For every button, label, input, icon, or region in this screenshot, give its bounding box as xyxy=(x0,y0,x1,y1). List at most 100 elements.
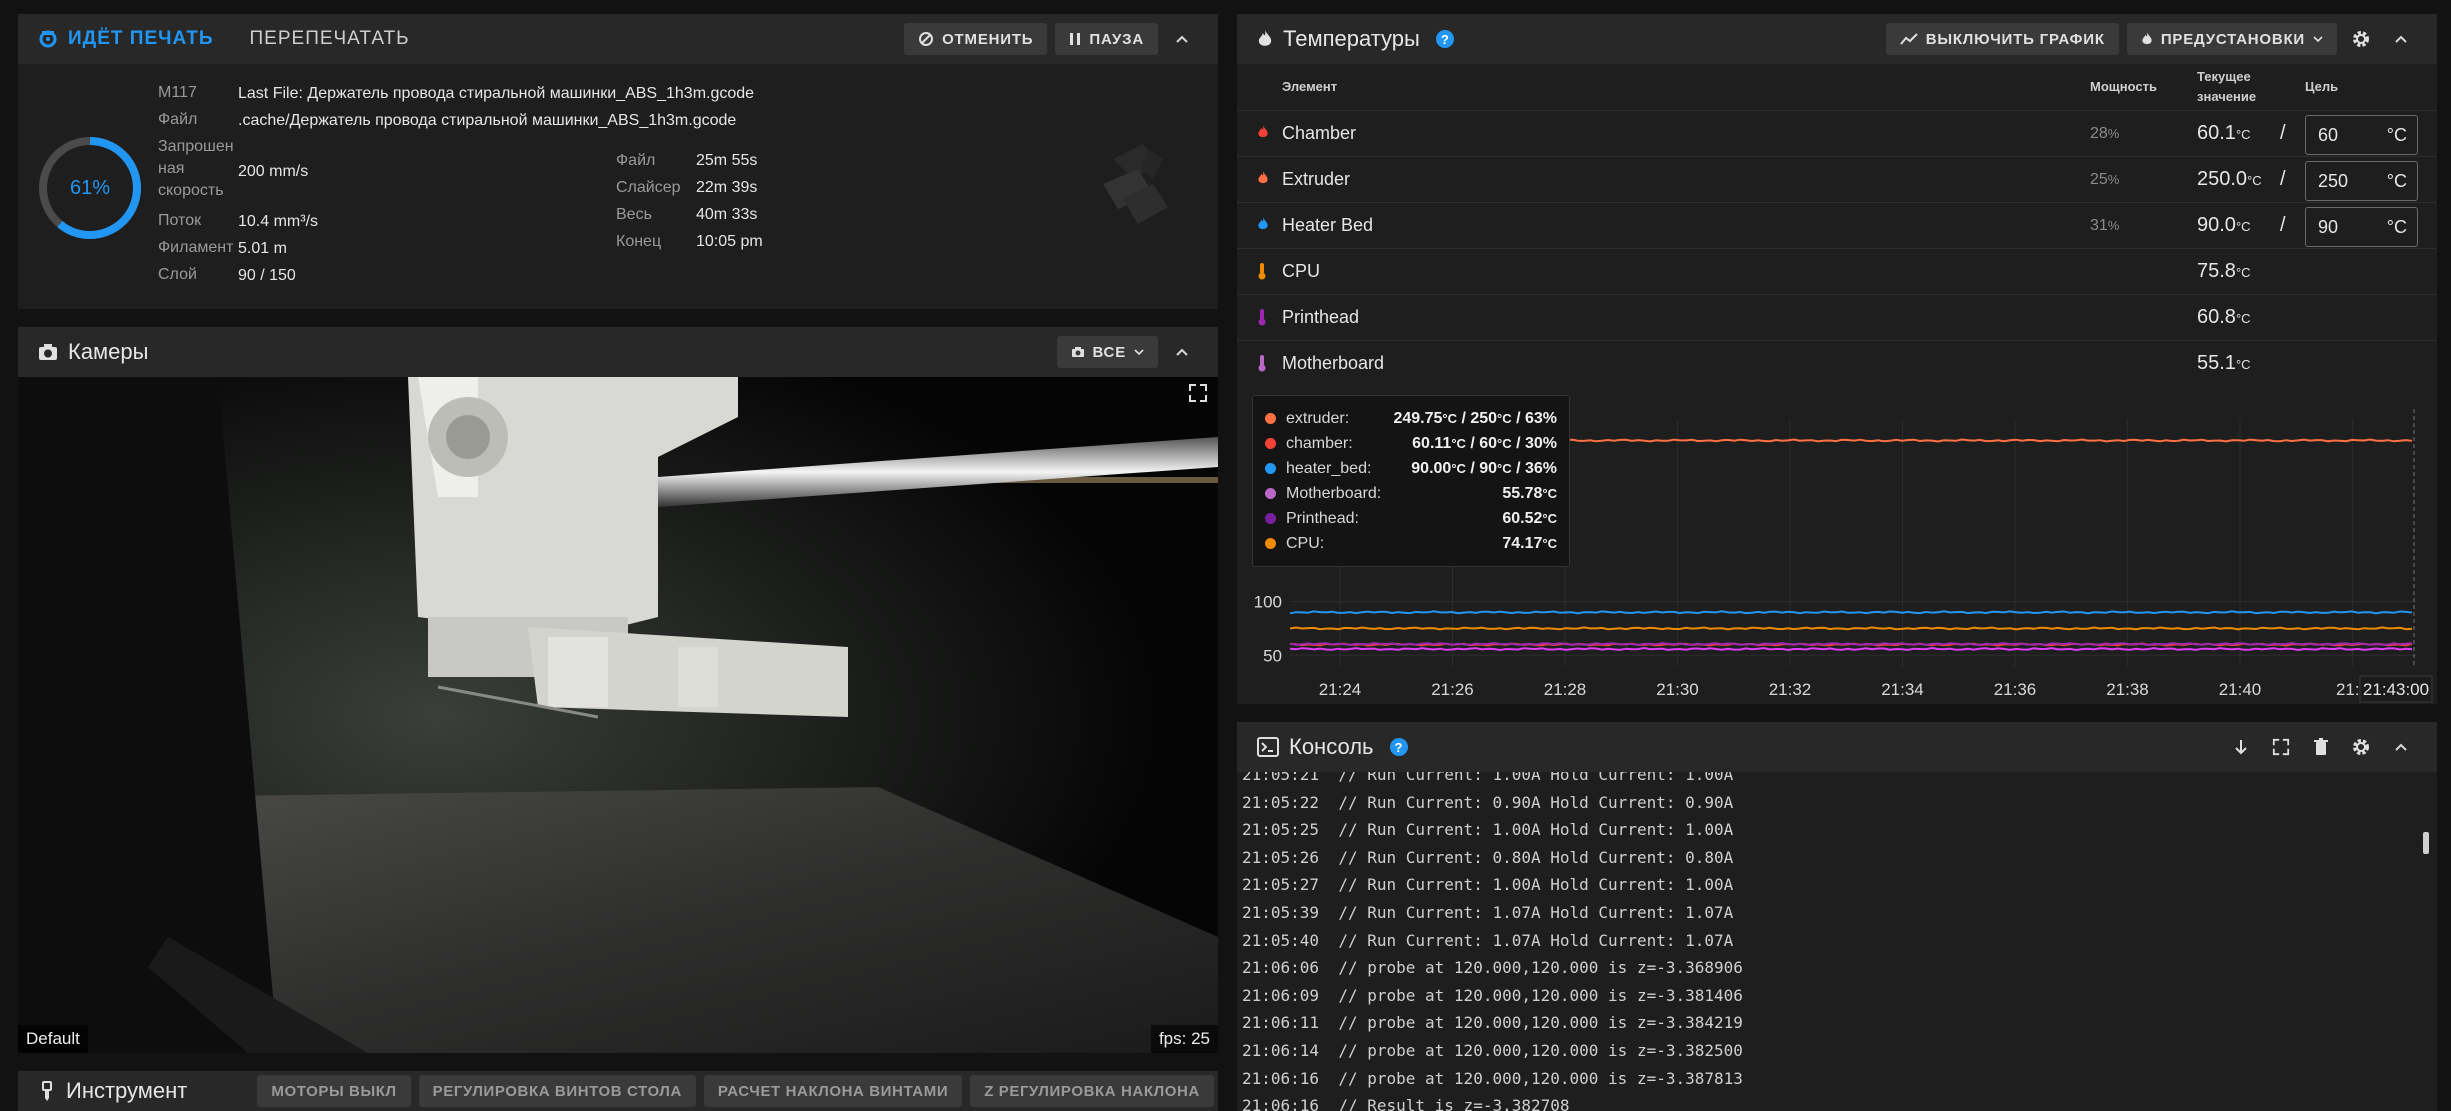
presets-label: ПРЕДУСТАНОВКИ xyxy=(2160,30,2305,48)
console-scrollbar[interactable] xyxy=(2423,832,2429,854)
help-icon[interactable]: ? xyxy=(1435,30,1454,48)
tooltip-value: 90.00°C / 90°C / 36% xyxy=(1411,459,1557,477)
chevron-up-icon xyxy=(1175,34,1189,44)
fire-icon xyxy=(1257,170,1271,190)
console-fullscreen-button[interactable] xyxy=(2265,731,2297,763)
tool-card: Инструмент МОТОРЫ ВЫКЛ РЕГУЛИРОВКА ВИНТО… xyxy=(18,1071,1218,1111)
col-target: Цель xyxy=(2305,79,2339,94)
series-dot xyxy=(1265,413,1276,424)
console-line: 21:06:16 // probe at 120.000,120.000 is … xyxy=(1242,1069,1743,1088)
temp-slash: / xyxy=(2280,168,2286,190)
series-line-heater-bed xyxy=(1289,610,2413,615)
chevron-up-icon xyxy=(2394,34,2408,44)
tooltip-value: 60.52°C xyxy=(1502,509,1557,527)
tab-reprint[interactable]: ПЕРЕПЕЧАТАТЬ xyxy=(250,28,410,50)
console-line: 21:06:11 // probe at 120.000,120.000 is … xyxy=(1242,1013,1743,1032)
filament-value: 5.01 m xyxy=(238,240,287,257)
x-tick-label: 21:26 xyxy=(1431,680,1474,699)
console-time: 21:05:40 xyxy=(1242,930,1320,950)
bed-screws-button[interactable]: РЕГУЛИРОВКА ВИНТОВ СТОЛА xyxy=(418,1075,696,1107)
terminal-icon xyxy=(1257,737,1279,757)
chart-line-icon xyxy=(1899,33,1918,45)
collapse-temps-button[interactable] xyxy=(2385,23,2417,55)
temp-target-value: 250 xyxy=(2318,171,2349,191)
console-settings-button[interactable] xyxy=(2345,731,2377,763)
scroll-down-button[interactable] xyxy=(2225,731,2257,763)
console-line: 21:05:26 // Run Current: 0.80A Hold Curr… xyxy=(1242,848,1733,867)
temp-settings-button[interactable] xyxy=(2345,23,2377,55)
temp-target-unit: °C xyxy=(2386,217,2407,237)
status-header: ИДЁТ ПЕЧАТЬ ПЕРЕПЕЧАТАТЬ ОТМЕНИТЬ ПАУЗА xyxy=(18,14,1218,64)
thermometer-icon xyxy=(1257,308,1271,328)
series-line-cpu xyxy=(1289,626,2413,631)
x-tick-label: 21:38 xyxy=(2106,680,2149,699)
camera-header: Камеры ВСЕ xyxy=(18,327,1218,377)
temp-row-motherboard: Motherboard 55.1°C xyxy=(1237,340,2437,386)
console-text: // probe at 120.000,120.000 is z=-3.3842… xyxy=(1338,1013,1743,1033)
speed-label-2: ная xyxy=(158,160,185,177)
temp-current: 75.8°C xyxy=(2197,260,2251,282)
camera-select-button[interactable]: ВСЕ xyxy=(1056,336,1158,368)
tab-reprint-label: ПЕРЕПЕЧАТАТЬ xyxy=(249,28,410,49)
console-text: // probe at 120.000,120.000 is z=-3.3825… xyxy=(1338,1041,1743,1060)
chevron-down-icon xyxy=(2313,35,2323,43)
fullscreen-icon xyxy=(2272,738,2290,756)
temperatures-header: Температуры ? ВЫКЛЮЧИТЬ ГРАФИК ПРЕДУСТАН… xyxy=(1237,14,2437,64)
cancel-label: ОТМЕНИТЬ xyxy=(942,30,1034,48)
tooltip-row: Motherboard: 55.78°C xyxy=(1265,481,1557,506)
x-tick-label: 21:28 xyxy=(1544,680,1587,699)
temp-target-input[interactable]: 250 °C xyxy=(2305,161,2418,201)
collapse-status-button[interactable] xyxy=(1166,23,1198,55)
console-line: 21:06:16 // Result is z=-3.382708 xyxy=(1242,1096,1570,1111)
collapse-console-button[interactable] xyxy=(2385,731,2417,763)
x-tick-label: 21:32 xyxy=(1769,680,1812,699)
help-icon[interactable]: ? xyxy=(1389,738,1408,756)
collapse-camera-button[interactable] xyxy=(1166,336,1198,368)
fullscreen-icon[interactable] xyxy=(1188,383,1208,403)
gcode-thumbnail xyxy=(1093,139,1183,229)
time-slicer-label: Слайсер xyxy=(616,179,681,196)
presets-button[interactable]: ПРЕДУСТАНОВКИ xyxy=(2126,23,2337,55)
pause-label: ПАУЗА xyxy=(1089,30,1144,48)
tab-printing-label: ИДЁТ ПЕЧАТЬ xyxy=(68,28,214,49)
temp-current: 55.1°C xyxy=(2197,352,2251,374)
tooltip-value: 60.11°C / 60°C / 30% xyxy=(1412,434,1557,452)
console-time: 21:06:11 xyxy=(1242,1013,1320,1033)
tooltip-row: Printhead: 60.52°C xyxy=(1265,506,1557,531)
temp-target-input[interactable]: 90 °C xyxy=(2305,207,2418,247)
temp-target-input[interactable]: 60 °C xyxy=(2305,115,2418,155)
temp-name: Motherboard xyxy=(1282,353,1385,373)
temp-current: 60.8°C xyxy=(2197,306,2251,328)
screws-tilt-button[interactable]: РАСЧЕТ НАКЛОНА ВИНТАМИ xyxy=(703,1075,963,1107)
z-tilt-button[interactable]: Z РЕГУЛИРОВКА НАКЛОНА xyxy=(970,1075,1214,1107)
m117-label: M117 xyxy=(158,84,197,101)
cancel-print-button[interactable]: ОТМЕНИТЬ xyxy=(904,23,1048,55)
time-total-label: Весь xyxy=(616,206,652,223)
col-current-2: значение xyxy=(2197,89,2257,104)
camera-stream[interactable]: Default fps: 25 xyxy=(18,377,1218,1053)
console-text: // Run Current: 1.00A Hold Current: 1.00… xyxy=(1338,875,1734,895)
layer-label: Слой xyxy=(158,266,197,283)
speed-value: 200 mm/s xyxy=(238,163,309,180)
toggle-chart-button[interactable]: ВЫКЛЮЧИТЬ ГРАФИК xyxy=(1885,23,2119,55)
console-line: 21:06:09 // probe at 120.000,120.000 is … xyxy=(1242,986,1743,1005)
tooltip-row: heater_bed: 90.00°C / 90°C / 36% xyxy=(1265,456,1557,481)
temp-name: Heater Bed xyxy=(1282,215,1374,235)
pause-print-button[interactable]: ПАУЗА xyxy=(1055,23,1158,55)
series-line-motherboard xyxy=(1289,646,2413,652)
temp-power: 31% xyxy=(2090,217,2120,234)
tooltip-row: CPU: 74.17°C xyxy=(1265,531,1557,556)
m117-value: Last File: Держатель провода стиральной … xyxy=(238,85,755,102)
clear-console-button[interactable] xyxy=(2305,731,2337,763)
console-text: // Result is z=-3.382708 xyxy=(1338,1096,1570,1111)
pause-icon xyxy=(1069,32,1081,46)
tab-printing[interactable]: ИДЁТ ПЕЧАТЬ xyxy=(38,28,214,50)
motors-off-button[interactable]: МОТОРЫ ВЫКЛ xyxy=(257,1075,411,1107)
arrow-down-icon xyxy=(2234,739,2248,755)
temp-name: Chamber xyxy=(1282,123,1357,143)
temp-target-value: 60 xyxy=(2318,125,2339,145)
console-text: // probe at 120.000,120.000 is z=-3.3878… xyxy=(1338,1068,1743,1088)
time-end-value: 10:05 pm xyxy=(696,233,763,250)
console-output[interactable]: 21:05:21 // Run Current: 1.00A Hold Curr… xyxy=(1237,772,2437,1111)
col-power: Мощность xyxy=(2090,79,2157,94)
